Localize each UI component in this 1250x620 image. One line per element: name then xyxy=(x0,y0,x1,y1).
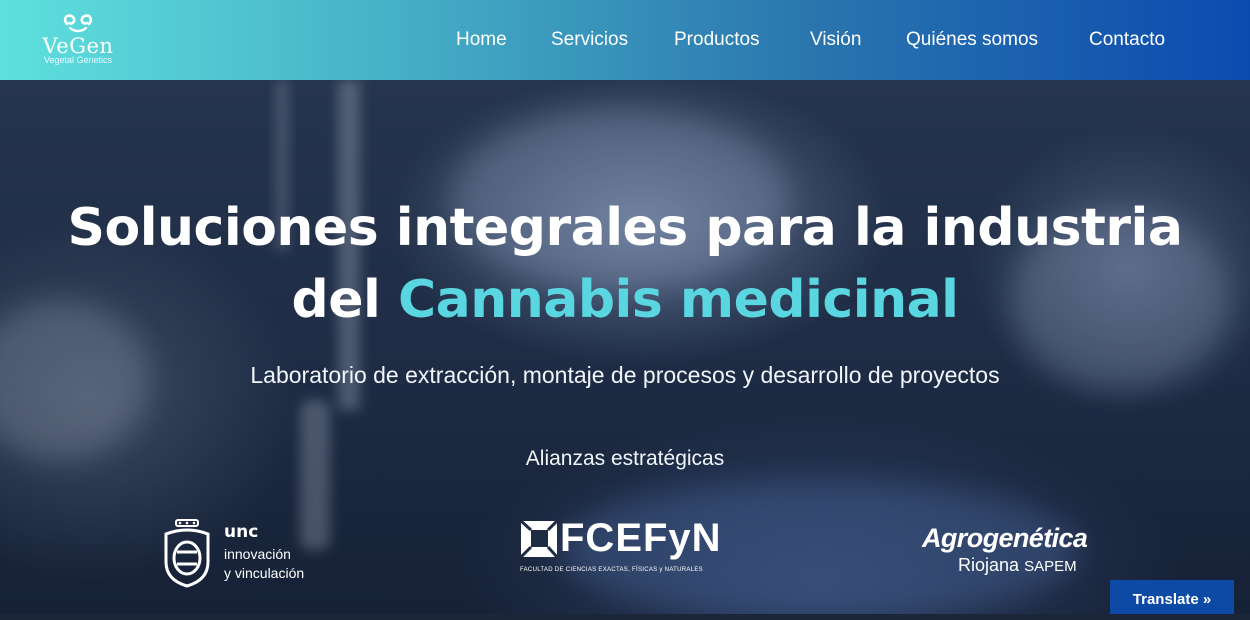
nav-servicios[interactable]: Servicios xyxy=(551,28,628,52)
hero-title-line2: del Cannabis medicinal xyxy=(0,264,1250,336)
unc-line2: y vinculación xyxy=(224,565,305,581)
hero-title-line1: Soluciones integrales para la industria xyxy=(67,198,1183,258)
partner-unc-logo[interactable]: unc innovación y vinculación xyxy=(160,518,330,590)
nav-home[interactable]: Home xyxy=(456,28,507,52)
unc-line1: innovación xyxy=(224,546,291,562)
vegen-logo[interactable]: VeGen Vegetal Genetics xyxy=(36,12,120,68)
nav-quienes-somos[interactable]: Quiénes somos xyxy=(906,28,1038,52)
fcefyn-subtitle: FACULTAD DE CIENCIAS EXACTAS, FÍSICAS y … xyxy=(520,567,703,573)
nav-productos[interactable]: Productos xyxy=(674,28,760,52)
hero-title-prefix: del xyxy=(291,270,381,330)
unc-abbr: unc xyxy=(224,522,259,542)
fcefyn-name: FCEFyN xyxy=(560,516,722,560)
logo-tagline: Vegetal Genetics xyxy=(43,55,113,65)
hero-section: Soluciones integrales para la industria … xyxy=(0,80,1250,614)
nav-vision[interactable]: Visión xyxy=(810,28,861,52)
agro-sub-main: Riojana xyxy=(958,555,1020,575)
fcefyn-mark-icon xyxy=(520,520,558,558)
hero-subtitle: Laboratorio de extracción, montaje de pr… xyxy=(250,362,1000,388)
nav-contacto[interactable]: Contacto xyxy=(1089,28,1165,52)
agro-name: Agrogenética xyxy=(922,523,1088,553)
site-header: VeGen Vegetal Genetics Home Servicios Pr… xyxy=(0,0,1250,80)
partner-fcefyn-logo[interactable]: FCEFyN FACULTAD DE CIENCIAS EXACTAS, FÍS… xyxy=(520,516,735,580)
hero-title-accent: Cannabis medicinal xyxy=(397,270,959,330)
translate-button[interactable]: Translate » xyxy=(1110,580,1234,614)
agro-subtitle: Riojana SAPEM xyxy=(958,554,1077,578)
university-seal-icon xyxy=(164,519,210,588)
alliances-heading: Alianzas estratégicas xyxy=(525,447,725,470)
vegen-leaf-icon xyxy=(63,14,93,33)
hero-title: Soluciones integrales para la industria … xyxy=(0,192,1250,336)
agro-sub-small: SAPEM xyxy=(1024,558,1077,575)
partner-agrogenetica-logo[interactable]: Agrogenética Riojana SAPEM xyxy=(922,522,1112,588)
